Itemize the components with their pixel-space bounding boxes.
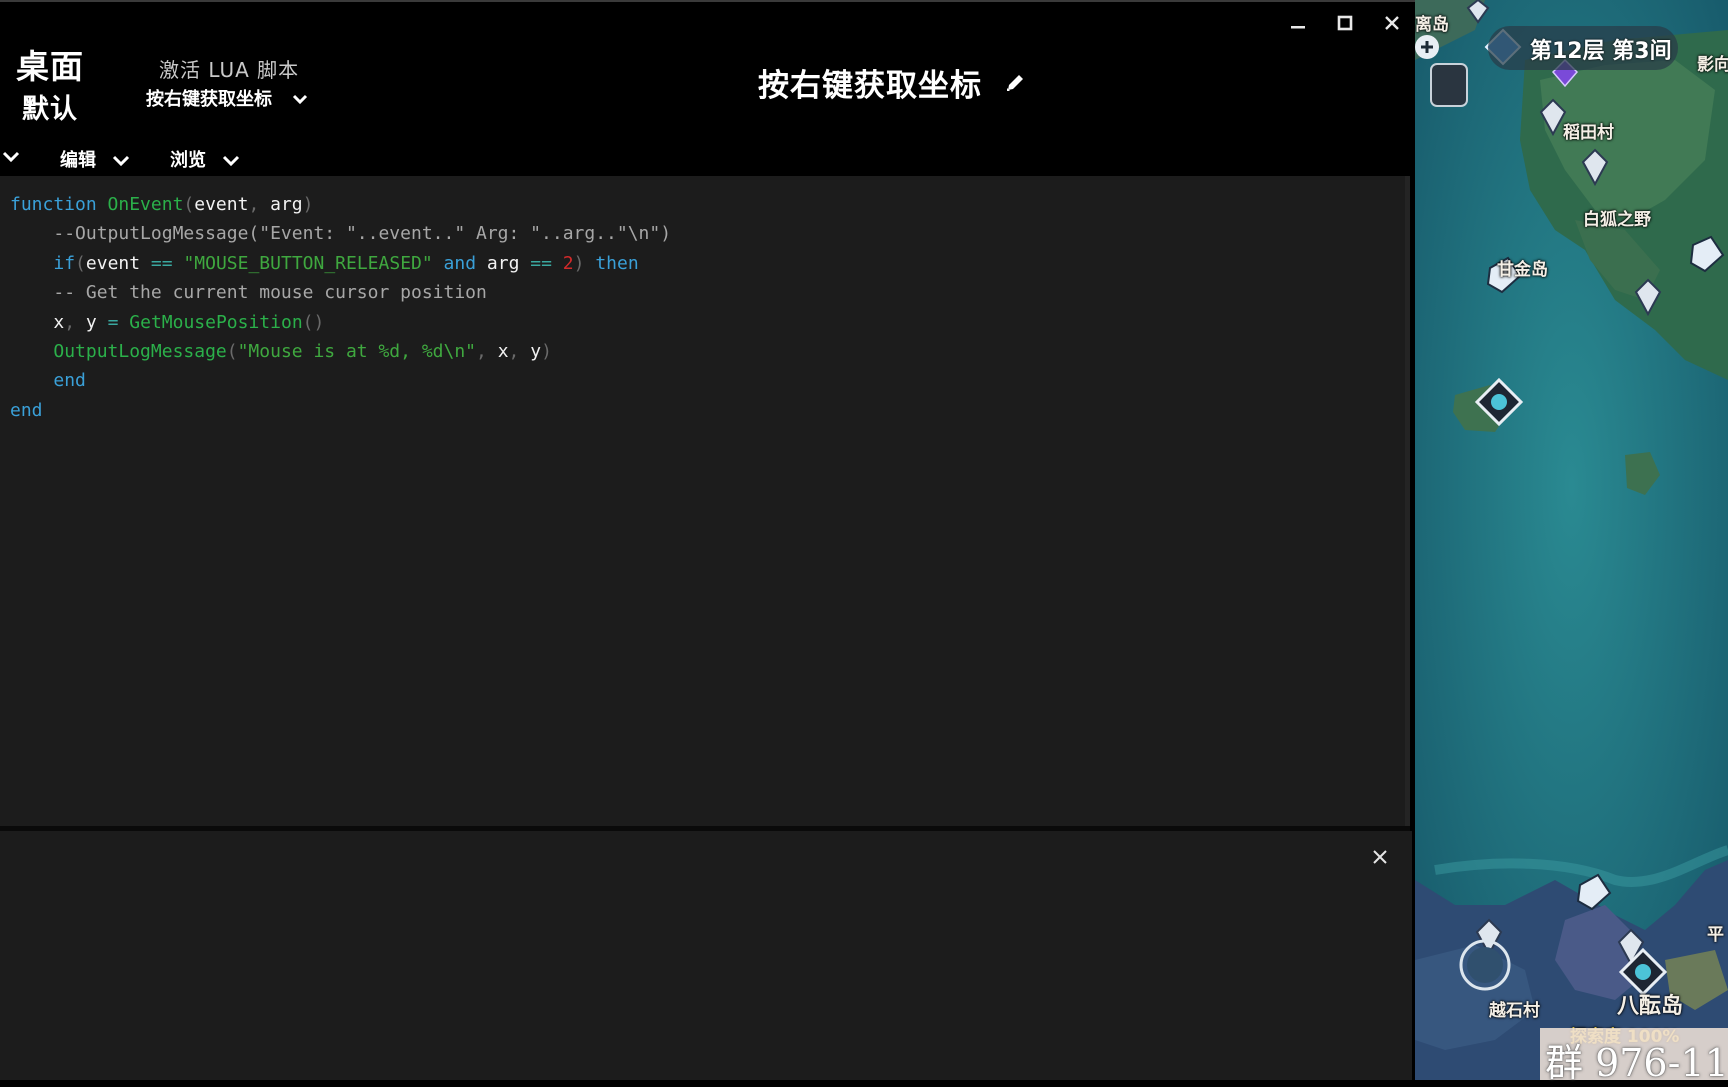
script-editor-window: 桌面 默认 激活 LUA 脚本 按右键获取坐标 按右键获取坐标 编辑 浏览 fu… <box>0 0 1415 1080</box>
close-icon <box>1385 16 1399 30</box>
output-log-panel[interactable] <box>0 831 1412 1080</box>
map-label: 甘金岛 <box>1497 260 1548 280</box>
menu-edit-label: 编辑 <box>60 150 96 171</box>
close-icon <box>1373 850 1387 864</box>
map-label: 稻田村 <box>1563 123 1614 143</box>
chevron-down-icon <box>292 89 308 110</box>
maximize-icon <box>1337 15 1353 31</box>
menu-browse-label: 浏览 <box>170 150 206 171</box>
minimize-button[interactable] <box>1285 12 1311 38</box>
map-label: 影向 <box>1697 55 1728 75</box>
map-label: 白狐之野 <box>1583 210 1651 230</box>
chevron-down-icon <box>112 150 130 171</box>
profile-mode: 默认 <box>22 94 78 125</box>
abyss-floor-label: 第12层 第3间 <box>1530 39 1672 64</box>
code-text[interactable]: function OnEvent(event, arg) --OutputLog… <box>10 190 671 425</box>
collapse-menu-button[interactable] <box>2 146 20 167</box>
close-window-button[interactable] <box>1379 12 1405 38</box>
map-terrain <box>1415 0 1728 1080</box>
map-label: 越石村 <box>1489 1001 1540 1021</box>
script-title: 按右键获取坐标 <box>758 68 982 104</box>
map-label: 离岛 <box>1415 15 1449 35</box>
map-label: 平 <box>1707 925 1724 945</box>
profile-name: 桌面 <box>16 47 84 86</box>
group-number-watermark: 群 976-118 <box>1545 1041 1728 1085</box>
code-scrollbar[interactable] <box>1405 176 1410 826</box>
minimize-icon <box>1291 26 1305 29</box>
script-dropdown[interactable]: 按右键获取坐标 <box>146 85 308 111</box>
game-map: 第12层 第3间 离岛 影向 稻田村 白狐之野 甘金岛 越石村 八酝岛 平 探索… <box>1415 0 1728 1080</box>
pencil-icon[interactable] <box>1004 72 1026 94</box>
close-log-button[interactable] <box>1368 845 1392 869</box>
chevron-down-icon <box>2 146 20 167</box>
window-top-border <box>0 0 1415 2</box>
menu-browse[interactable]: 浏览 <box>170 146 240 172</box>
map-label: 八酝岛 <box>1617 994 1684 1019</box>
script-dropdown-value: 按右键获取坐标 <box>146 89 272 110</box>
maximize-button[interactable] <box>1332 12 1358 38</box>
chevron-down-icon <box>222 150 240 171</box>
code-editor[interactable]: function OnEvent(event, arg) --OutputLog… <box>0 176 1410 826</box>
activate-lua-label: 激活 LUA 脚本 <box>159 58 300 82</box>
menu-edit[interactable]: 编辑 <box>60 146 130 172</box>
